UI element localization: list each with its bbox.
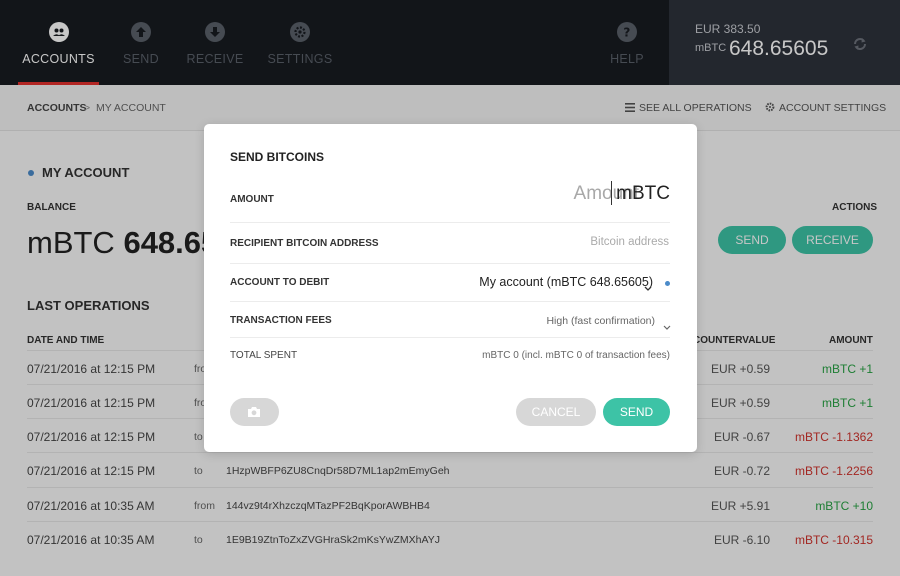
debit-label: ACCOUNT TO DEBIT	[230, 277, 330, 288]
camera-icon	[248, 407, 260, 417]
amount-label: AMOUNT	[230, 194, 274, 205]
amount-unit: mBTC	[616, 183, 670, 204]
account-color-dot	[665, 281, 670, 286]
fees-select[interactable]: High (fast confirmation)	[546, 315, 655, 327]
chevron-down-icon[interactable]	[663, 318, 671, 336]
fees-label: TRANSACTION FEES	[230, 315, 332, 326]
recipient-address-input[interactable]: Bitcoin address	[590, 236, 669, 248]
send-bitcoins-modal: SEND BITCOINS AMOUNT Amount mBTC RECIPIE…	[204, 124, 697, 452]
send-button[interactable]: SEND	[603, 398, 670, 426]
total-spent-value: mBTC 0 (incl. mBTC 0 of transaction fees…	[482, 350, 670, 361]
text-cursor	[611, 181, 612, 205]
qr-camera-button[interactable]	[230, 398, 279, 426]
modal-title: SEND BITCOINS	[230, 150, 325, 164]
recipient-label: RECIPIENT BITCOIN ADDRESS	[230, 238, 379, 249]
cancel-button[interactable]: CANCEL	[516, 398, 596, 426]
chevron-down-icon[interactable]	[644, 279, 652, 297]
total-spent-label: TOTAL SPENT	[230, 350, 298, 361]
debit-account-select[interactable]: My account (mBTC 648.65605)	[479, 275, 653, 289]
